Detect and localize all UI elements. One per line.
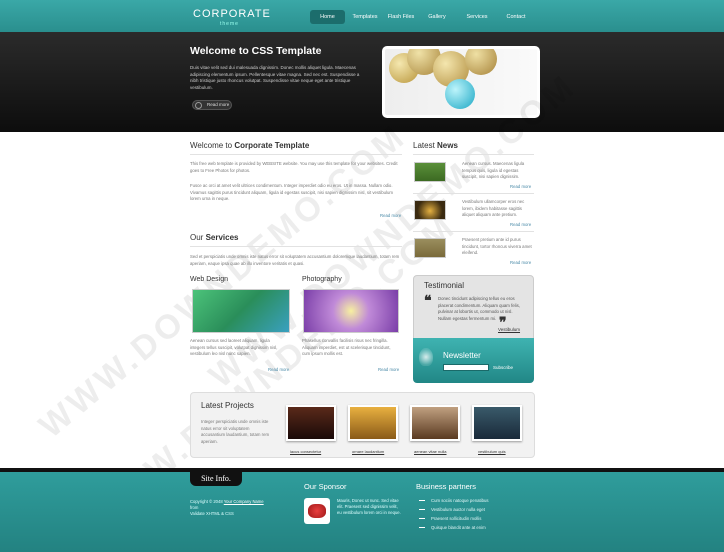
news-title-prefix: Latest [413,141,435,150]
hero-banner: Welcome to CSS Template Duis vitae velit… [0,32,724,132]
partner-item-2[interactable]: Vestibulum auctor nulla eget [419,507,485,512]
site-info-tab: Site Info. [190,472,242,486]
photography-image [303,289,399,333]
services-title-prefix: Our [190,233,204,242]
sponsor-image [304,498,330,524]
welcome-title-bold: Corporate Template [234,141,310,150]
project-link-2[interactable]: ornare laudantium [352,449,384,454]
top-bar: CORPORATE theme Home Templates Flash File… [0,0,724,32]
web-design-title: Web Design [190,276,229,283]
testimonial-box: Testimonial ❝ Donec tincidunt adipiscing… [413,275,534,347]
web-design-image [192,289,290,333]
project-link-4[interactable]: vestibulum quis [478,449,506,454]
partner-item-3[interactable]: Praesent sollicitudin mollis [419,516,481,521]
hero-read-more-label: Read more [207,102,230,107]
partner-label-4: Quisque blandit ante at enim [431,525,486,530]
news-image-3 [414,238,446,258]
newsletter-box: Newsletter Subscribe [413,338,534,383]
news-text-2: Vestibulum ullamcorper eros nec lorem, i… [462,199,525,217]
copyright-text: Copyright © 2048 [190,499,223,504]
divider [413,231,534,232]
divider [190,154,402,155]
nav-flash-files[interactable]: Flash Files [386,10,416,24]
nav-services[interactable]: Services [462,10,492,24]
partner-item-1[interactable]: Cum sociis natoque penatibus [419,498,489,503]
divider [413,193,534,194]
services-heading: Our Services [190,233,239,242]
logo-text: CORPORATE [193,8,271,20]
partner-label-3: Praesent sollicitudin mollis [431,516,482,521]
photography-read-more-link[interactable]: Read more [378,367,399,372]
latest-news-heading: Latest News [413,141,458,150]
logo-subtitle: theme [220,21,239,27]
web-design-text: Aenean cursus sed laoreet aliquam, ligul… [190,338,278,356]
web-design-read-more-link[interactable]: Read more [268,367,289,372]
dash-icon [419,509,425,511]
news-text-1: Aenean cursus. Maecenas ligula tempus qu… [462,161,525,179]
project-link-1[interactable]: lacus consectetur [290,449,321,454]
welcome-heading: Welcome to Corporate Template [190,141,309,150]
services-text: Sed et perspiciatis unde omnis iste natu… [190,254,400,266]
company-link[interactable]: Your Company Name [224,499,264,504]
partner-item-4[interactable]: Quisque blandit ante at enim [419,525,486,530]
divider [413,154,534,155]
welcome-text-1: This free web template is provided by WE… [190,161,398,173]
subscribe-button[interactable]: Subscribe [493,364,513,371]
news-read-more-link-2[interactable]: Read more [510,222,531,227]
dash-icon [419,518,425,520]
services-title-bold: Services [205,233,239,242]
site-logo[interactable]: CORPORATE theme [193,8,271,27]
project-thumb-4[interactable] [472,405,522,441]
play-icon [195,102,202,109]
footer-copyright: Copyright © 2048 Your Company Name [190,499,285,505]
news-image-1 [414,162,446,182]
welcome-title-prefix: Welcome to [190,141,233,150]
projects-title: Latest Projects [201,401,254,410]
project-link-3[interactable]: aenean vitae nulla [414,449,446,454]
project-thumb-2[interactable] [348,405,398,441]
news-read-more-link-3[interactable]: Read more [510,260,531,265]
lightbulb-icon [419,348,433,366]
hero-text: Duis vitae velit sed dui malesuada digni… [190,65,360,90]
latest-projects-box: Latest Projects Integer perspiciatis und… [190,392,535,458]
news-text-3: Praesent pretium ante id purus tincidunt… [462,237,532,255]
projects-text: Integer perspiciatis unde omnis iste nat… [201,419,270,444]
newsletter-email-input[interactable] [443,364,489,371]
dash-icon [419,500,425,502]
footer-validate[interactable]: Validate XHTML & CSS [190,511,234,517]
news-image-2 [414,200,446,220]
sponsor-title: Our Sponsor [304,482,347,491]
dash-icon [419,527,425,529]
nav-contact[interactable]: Contact [502,10,530,24]
hero-read-more-button[interactable]: Read more [192,100,232,110]
partners-title: Business partners [416,482,477,491]
project-thumb-3[interactable] [410,405,460,441]
footer: Copyright © 2048 Your Company Name from … [0,472,724,552]
nav-templates[interactable]: Templates [350,10,380,24]
news-read-more-link-1[interactable]: Read more [510,184,531,189]
partner-label-1: Cum sociis natoque penatibus [431,498,489,503]
testimonial-title: Testimonial [424,281,465,290]
project-thumb-1[interactable] [286,405,336,441]
photography-text: Phasellus convallis facilisis risus nec … [302,338,391,356]
quote-open-icon: ❝ [424,292,432,308]
news-title-bold: News [437,141,458,150]
welcome-read-more-link[interactable]: Read more [380,213,401,218]
nav-gallery[interactable]: Gallery [424,10,450,24]
hero-title: Welcome to CSS Template [190,45,322,57]
newsletter-title: Newsletter [443,351,481,360]
testimonial-text: Donec tincidunt adipiscing tellus eu ero… [438,296,520,321]
nav-home[interactable]: Home [310,10,345,24]
partner-label-2: Vestibulum auctor nulla eget [431,507,485,512]
divider [190,246,402,247]
photography-title: Photography [302,276,342,283]
sponsor-text: Mauris, Donec ut nunc. Sed vitae elit. P… [337,498,401,515]
welcome-text-2: Fusce ac orci at amet velit ultrices con… [190,183,393,201]
testimonial-author[interactable]: Vestibulum [498,327,520,332]
